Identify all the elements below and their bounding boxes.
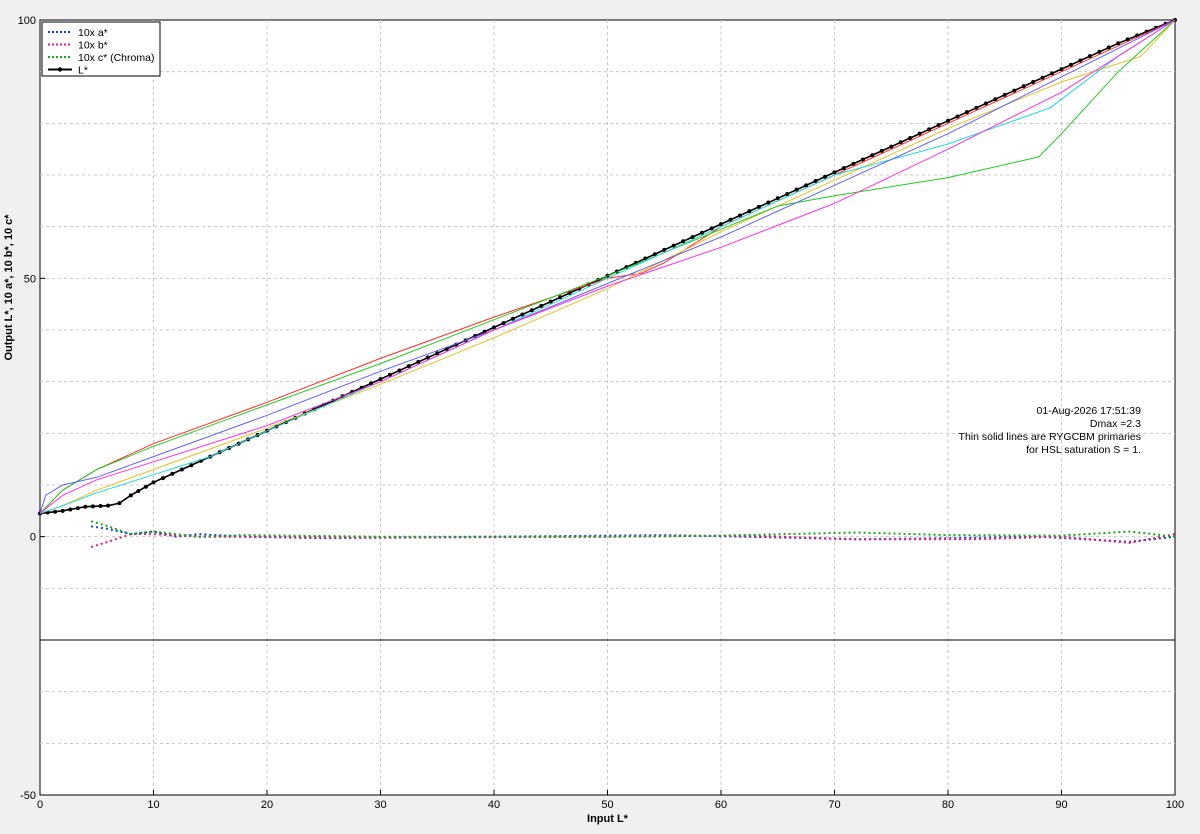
series-point-l: [83, 504, 88, 509]
series-point-l: [719, 222, 723, 227]
series-point-l: [1021, 84, 1026, 89]
series-point-l: [747, 209, 752, 214]
series-point-l: [160, 476, 165, 481]
series-point-l: [804, 183, 809, 188]
x-tick-label: 60: [715, 799, 727, 811]
series-point-l: [1012, 88, 1017, 93]
x-tick-label: 0: [37, 799, 43, 811]
legend-label: 10x b*: [78, 40, 108, 52]
x-tick-label: 10: [147, 799, 159, 811]
series-point-l: [785, 191, 790, 196]
series-point-l: [128, 493, 133, 498]
series-point-l: [435, 351, 440, 356]
x-tick-label: 70: [828, 799, 840, 811]
x-tick-label: 30: [374, 799, 386, 811]
series-point-l: [1087, 54, 1092, 59]
x-tick-label: 90: [1055, 799, 1067, 811]
series-point-l: [143, 484, 148, 489]
y-axis-label: Output L*, 10 a*, 10 b*, 10 c*: [3, 214, 15, 361]
legend-label: 10x c* (Chroma): [78, 52, 154, 64]
x-tick-label: 100: [1166, 799, 1184, 811]
y-tick-label: 50: [24, 273, 36, 285]
series-point-l: [671, 243, 676, 248]
series-point-l: [775, 196, 780, 201]
series-point-l: [60, 508, 65, 513]
x-tick-label: 20: [261, 799, 273, 811]
series-point-l: [756, 204, 761, 209]
annotation-line: Thin solid lines are RYGCBM primaries: [959, 431, 1141, 443]
series-point-l: [813, 179, 818, 184]
legend-label: 10x a*: [78, 27, 108, 39]
series-point-l: [98, 504, 103, 509]
annotation-line: 01-Aug-2026 17:51:39: [1036, 405, 1141, 417]
series-point-l: [681, 239, 686, 244]
series-point-l: [136, 489, 141, 494]
x-tick-label: 80: [942, 799, 954, 811]
series-point-l: [1031, 80, 1036, 84]
series-point-l: [406, 364, 411, 369]
series-point-l: [425, 355, 430, 360]
x-tick-label: 40: [488, 799, 500, 811]
series-point-l: [1050, 71, 1055, 76]
series-point-l: [68, 507, 73, 512]
annotation-line: for HSL saturation S = 1.: [1026, 444, 1141, 456]
series-point-l: [1040, 75, 1045, 80]
series-point-l: [700, 230, 705, 235]
legend-label: L*: [78, 65, 88, 77]
chart-svg: 0 10 20 30 40 50 60 70 80 90 100-50050100Input L*O…: [3, 15, 1184, 825]
x-axis-label: Input L*: [587, 813, 629, 825]
series-point-l: [1116, 41, 1121, 46]
series-point-l: [378, 377, 383, 382]
series-point-l: [766, 200, 771, 205]
chart: 0 10 20 30 40 50 60 70 80 90 100 -50 0 50 100 Input L* O…: [0, 0, 1200, 829]
series-point-l: [151, 480, 156, 485]
series-point-l: [1078, 58, 1083, 63]
series-point-l: [416, 359, 421, 364]
series-point-l: [1097, 49, 1102, 54]
series-point-l: [709, 226, 714, 231]
series-point-l: [170, 471, 175, 476]
series-point-l: [737, 213, 742, 218]
series-point-l: [53, 509, 58, 514]
annotation-line: Dmax =2.3: [1090, 418, 1141, 430]
series-point-l: [794, 187, 799, 192]
x-tick-label: 50: [601, 799, 613, 811]
legend: 10x a*10x b*10x c* (Chroma)L*: [41, 21, 161, 77]
series-point-l: [387, 372, 392, 377]
series-point-l: [397, 368, 402, 373]
series-point-l: [1068, 62, 1073, 67]
series-point-l: [690, 235, 695, 239]
y-tick-label: 0: [30, 532, 36, 544]
series-point-l: [179, 467, 184, 472]
series-point-l: [90, 504, 95, 509]
series-point-l: [189, 463, 194, 468]
y-tick-label: 100: [18, 15, 36, 27]
series-point-l: [728, 217, 733, 222]
series-point-l: [106, 503, 111, 508]
series-point-l: [1106, 45, 1111, 50]
series-point-l: [75, 506, 80, 511]
series-point-l: [1059, 67, 1064, 72]
y-tick-label: -50: [20, 790, 36, 802]
legend-marker: [57, 67, 63, 72]
series-point-l: [117, 501, 122, 506]
